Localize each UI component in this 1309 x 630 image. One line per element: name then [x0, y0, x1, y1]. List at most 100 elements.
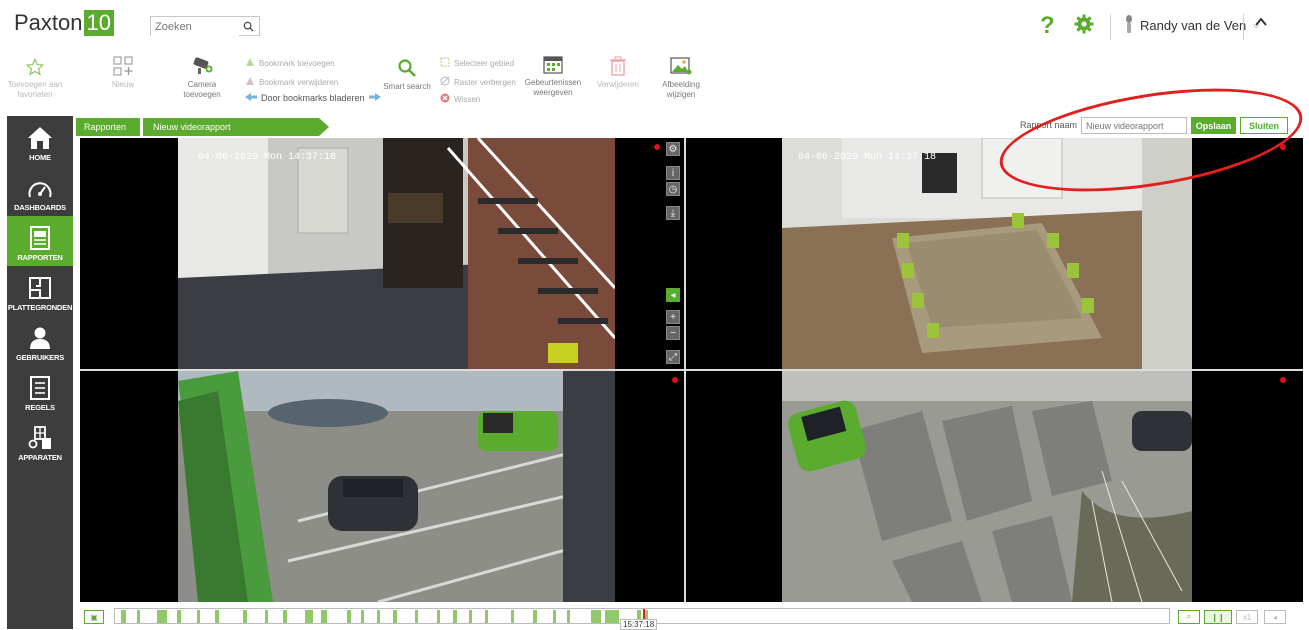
smart-search-label: Smart search	[383, 82, 431, 91]
show-events-button[interactable]: Gebeurtenissen weergeven	[520, 56, 586, 98]
arrow-left-icon	[245, 93, 257, 103]
report-name-input[interactable]	[1081, 117, 1187, 134]
sidebar-item-dashboards[interactable]: DASHBOARDS	[7, 166, 73, 216]
snapshot-icon[interactable]: ▣	[84, 610, 104, 624]
image-icon	[670, 57, 692, 75]
timeline-segment	[361, 610, 364, 623]
recording-indicator	[1280, 144, 1286, 150]
clear-label: Wissen	[454, 94, 481, 104]
select-area-button[interactable]: Selecteer gebied	[440, 57, 514, 69]
home-icon	[28, 127, 52, 149]
timeline-segment	[177, 610, 181, 623]
timeline-segment	[437, 610, 440, 623]
smart-search-button[interactable]: Smart search	[380, 58, 434, 92]
zoom-in-icon[interactable]: +	[666, 310, 680, 324]
clock-icon[interactable]: ◷	[666, 182, 680, 196]
sidebar-item-rapporten[interactable]: RAPPORTEN	[7, 216, 73, 266]
bookmark-browse-button[interactable]: Door bookmarks bladeren	[245, 93, 385, 103]
audio-icon[interactable]: ◂	[666, 288, 680, 302]
pause-button[interactable]: ❙❙	[1204, 610, 1232, 624]
help-icon[interactable]: ?	[1040, 12, 1055, 40]
timeline-segment	[321, 610, 327, 623]
camera-timestamp: 04-06-2020 Mon 14:37:18	[798, 152, 937, 163]
show-events-label: Gebeurtenissen weergeven	[524, 78, 582, 97]
timeline-segment	[347, 610, 351, 623]
sidebar-item-gebruikers[interactable]: GEBRUIKERS	[7, 316, 73, 366]
download-icon[interactable]: ⤓	[666, 206, 680, 220]
recording-indicator	[654, 144, 660, 150]
bookmark-remove-button[interactable]: Bookmark verwijderen	[245, 76, 338, 88]
camera-tile[interactable]	[686, 371, 1303, 602]
floorplan-icon	[29, 277, 51, 299]
camera-tile[interactable]	[80, 371, 684, 602]
timeline-segment	[415, 610, 418, 623]
search-input[interactable]	[151, 18, 239, 36]
timeline-segment	[591, 610, 601, 623]
trash-icon	[610, 56, 626, 76]
volume-icon[interactable]: ◂	[1264, 610, 1286, 624]
timeline-segment	[377, 610, 380, 623]
bookmark-remove-label: Bookmark verwijderen	[259, 77, 339, 87]
camera-feed-image	[178, 371, 615, 602]
new-button[interactable]: Nieuw	[100, 56, 146, 90]
timeline-segment	[283, 610, 287, 623]
sidebar-item-apparaten[interactable]: APPARATEN	[7, 416, 73, 466]
report-icon	[30, 226, 50, 250]
new-grid-icon	[113, 56, 133, 76]
main-sidebar: HOME DASHBOARDS RAPPORTEN PLATTEGRONDEN …	[7, 116, 73, 629]
collapse-up-icon[interactable]	[1253, 14, 1269, 35]
rules-icon	[30, 376, 50, 400]
camera-grid: 04-06-2020 Mon 14:37:18 ⚙ i ◷ ⤓ ◂ + − ⤢	[80, 138, 1303, 602]
camera-settings-icon[interactable]: ⚙	[666, 142, 680, 156]
save-button[interactable]: Opslaan	[1191, 117, 1236, 134]
add-to-favorites-button[interactable]: Toevoegen aan favorieten	[6, 58, 64, 100]
timeline-segment	[511, 610, 514, 623]
hide-grid-button[interactable]: Raster verbergen	[440, 76, 516, 88]
timeline-segment	[197, 610, 200, 623]
user-menu[interactable]: Randy van de Ven ⌵	[1124, 14, 1260, 37]
star-icon	[26, 58, 44, 76]
clear-icon	[440, 93, 450, 105]
search-box[interactable]	[150, 16, 260, 36]
devices-icon	[28, 426, 51, 449]
settings-gear-icon[interactable]	[1074, 14, 1094, 39]
avatar	[1124, 14, 1134, 37]
close-button[interactable]: Sluiten	[1240, 117, 1288, 134]
sidebar-item-label: APPARATEN	[18, 453, 62, 462]
search-icon[interactable]	[243, 19, 254, 37]
camera-feed-image	[178, 138, 615, 369]
sidebar-item-home[interactable]: HOME	[7, 116, 73, 166]
timeline-segment	[533, 610, 537, 623]
grid-divider	[80, 369, 1303, 371]
bookmark-browse-label: Door bookmarks bladeren	[261, 93, 365, 103]
info-icon[interactable]: i	[666, 166, 680, 180]
delete-button[interactable]: Verwijderen	[592, 56, 644, 90]
zoom-out-icon[interactable]: −	[666, 326, 680, 340]
sidebar-item-regels[interactable]: REGELS	[7, 366, 73, 416]
camera-tile[interactable]: 04-06-2020 Mon 14:37:18	[686, 138, 1303, 369]
clear-button[interactable]: Wissen	[440, 93, 480, 105]
bookmark-add-button[interactable]: Bookmark toevoegen	[245, 57, 335, 69]
sidebar-item-label: DASHBOARDS	[14, 203, 66, 212]
sidebar-item-label: HOME	[29, 153, 51, 162]
speed-icon[interactable]: x1	[1236, 610, 1258, 624]
camera-icon	[193, 57, 213, 74]
delete-label: Verwijderen	[597, 80, 639, 89]
change-image-button[interactable]: Afbeelding wijzigen	[650, 56, 712, 100]
camera-tile[interactable]: 04-06-2020 Mon 14:37:18 ⚙ i ◷ ⤓ ◂ + − ⤢	[80, 138, 684, 369]
paxton-logo: Paxton 10	[14, 10, 114, 36]
recording-indicator	[1280, 377, 1286, 383]
camera-feed-image	[782, 138, 1192, 369]
timeline-segment	[553, 610, 556, 623]
smart-search-icon	[398, 59, 416, 77]
top-bar: Paxton10 ? Randy van de Ven ⌵	[0, 0, 1309, 48]
sidebar-item-label: GEBRUIKERS	[15, 353, 64, 362]
breadcrumb-rapporten[interactable]: Rapporten	[76, 118, 141, 136]
gauge-icon	[28, 182, 52, 198]
fullscreen-icon[interactable]: ⤢	[666, 350, 680, 364]
bookmark-add-label: Bookmark toevoegen	[259, 58, 335, 68]
report-name-label: Rapport naam	[1020, 120, 1078, 130]
sidebar-item-plattegronden[interactable]: PLATTEGRONDEN	[7, 266, 73, 316]
search-timeline-icon[interactable]: ⌕	[1178, 610, 1200, 624]
add-camera-button[interactable]: Camera toevoegen	[174, 56, 230, 100]
